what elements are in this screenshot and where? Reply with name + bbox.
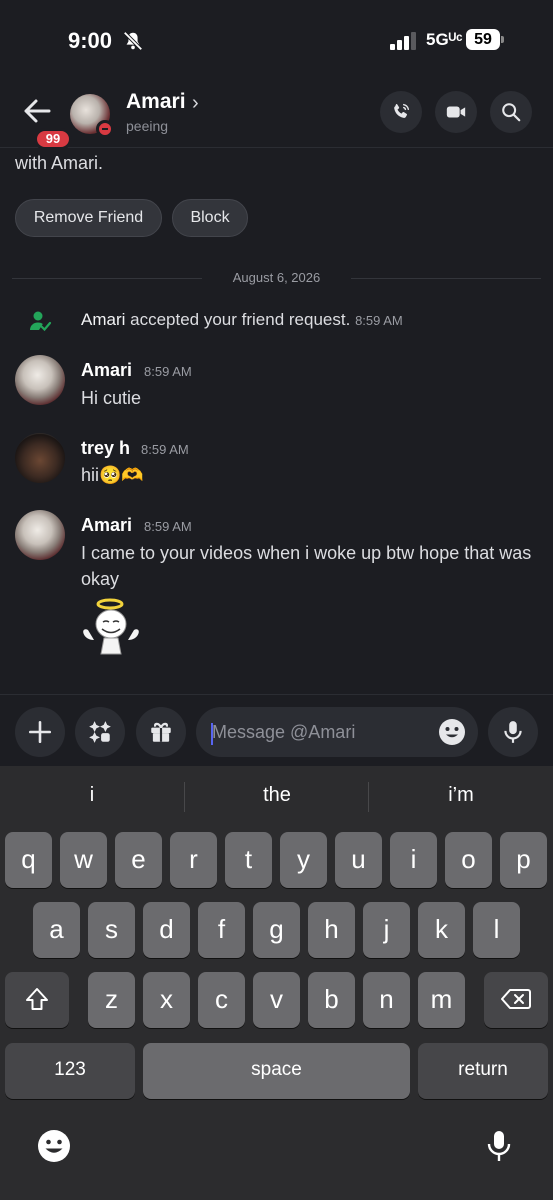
key-r[interactable]: r (170, 832, 217, 888)
key-x[interactable]: x (143, 972, 190, 1028)
key-u[interactable]: u (335, 832, 382, 888)
sparkle-apps-icon (89, 721, 111, 743)
key-c[interactable]: c (198, 972, 245, 1028)
status-time: 9:00 (68, 28, 113, 53)
network-type: 5Gᵁᶜ (426, 30, 463, 49)
system-message: Amari accepted your friend request. 8:59… (81, 310, 403, 330)
message-author[interactable]: Amari (81, 515, 132, 536)
add-attachment-button[interactable] (15, 707, 65, 757)
back-button[interactable]: 99 (20, 94, 72, 150)
message-text: hii🥺🫶 (81, 465, 144, 485)
key-n[interactable]: n (363, 972, 410, 1028)
phone-icon (394, 103, 410, 118)
video-call-button[interactable] (435, 91, 477, 133)
message-text: Hi cutie (81, 388, 142, 408)
key-j[interactable]: j (363, 902, 410, 958)
arrow-left-icon (24, 99, 51, 123)
contact-status: peeing (126, 118, 169, 134)
apps-button[interactable] (75, 707, 125, 757)
suggestion-item[interactable]: i (0, 784, 184, 807)
angel-sticker[interactable] (80, 596, 142, 658)
bell-slash-icon (123, 31, 143, 51)
backspace-icon (501, 989, 531, 1009)
cellular-signal-icon (390, 32, 416, 50)
key-s[interactable]: s (88, 902, 135, 958)
key-g[interactable]: g (253, 902, 300, 958)
block-button[interactable]: Block (172, 199, 248, 237)
remove-friend-button[interactable]: Remove Friend (15, 199, 162, 237)
key-a[interactable]: a (33, 902, 80, 958)
suggestion-item[interactable]: i’m (369, 784, 553, 807)
message-time: 8:59 AM (144, 364, 192, 379)
key-h[interactable]: h (308, 902, 355, 958)
backspace-key[interactable] (484, 972, 548, 1028)
system-message-name[interactable]: Amari (81, 310, 125, 329)
return-key[interactable]: return (418, 1043, 548, 1099)
message-text: I came to your videos when i woke up btw… (81, 543, 532, 589)
message-time: 8:59 AM (141, 442, 189, 457)
dnd-status-icon (96, 120, 114, 138)
date-label: August 6, 2026 (232, 270, 321, 285)
contact-name[interactable]: Amari (126, 90, 186, 114)
video-camera-icon (446, 106, 466, 118)
unread-badge: 99 (34, 128, 72, 150)
gift-button[interactable] (136, 707, 186, 757)
friend-added-icon (30, 311, 52, 332)
date-divider: August 6, 2026 (12, 268, 541, 290)
key-t[interactable]: t (225, 832, 272, 888)
key-v[interactable]: v (253, 972, 300, 1028)
key-p[interactable]: p (500, 832, 547, 888)
emoji-icon[interactable] (438, 718, 466, 746)
system-message-time: 8:59 AM (355, 313, 403, 328)
key-l[interactable]: l (473, 902, 520, 958)
intro-text: with Amari. (15, 153, 104, 173)
keyboard-suggestions: i the i’m (0, 766, 553, 828)
battery-indicator: 59 (466, 29, 504, 51)
key-m[interactable]: m (418, 972, 465, 1028)
key-k[interactable]: k (418, 902, 465, 958)
plus-icon (28, 720, 52, 744)
shift-icon (26, 988, 48, 1010)
numbers-key[interactable]: 123 (5, 1043, 135, 1099)
avatar[interactable] (15, 510, 65, 560)
key-e[interactable]: e (115, 832, 162, 888)
space-key[interactable]: space (143, 1043, 410, 1099)
battery-level: 59 (466, 29, 500, 50)
search-button[interactable] (490, 91, 532, 133)
suggestion-item[interactable]: the (185, 784, 369, 807)
emoji-keyboard-icon[interactable] (36, 1128, 72, 1164)
chevron-right-icon[interactable]: › (192, 92, 199, 115)
status-bar: 9:00 5Gᵁᶜ 59 (0, 0, 553, 80)
key-f[interactable]: f (198, 902, 245, 958)
text-cursor (211, 723, 213, 745)
dictation-microphone-icon[interactable] (481, 1128, 517, 1164)
key-b[interactable]: b (308, 972, 355, 1028)
message-composer (0, 694, 553, 766)
voice-call-button[interactable] (380, 91, 422, 133)
key-y[interactable]: y (280, 832, 327, 888)
message-author[interactable]: Amari (81, 360, 132, 381)
key-o[interactable]: o (445, 832, 492, 888)
avatar[interactable] (15, 433, 65, 483)
key-i[interactable]: i (390, 832, 437, 888)
system-message-text: accepted your friend request. (125, 310, 351, 329)
key-d[interactable]: d (143, 902, 190, 958)
search-icon (502, 103, 521, 122)
chat-header: 99 Amari › peeing (0, 82, 553, 150)
avatar[interactable] (15, 355, 65, 405)
gift-icon (151, 722, 171, 742)
message-time: 8:59 AM (144, 519, 192, 534)
message-input[interactable] (196, 707, 478, 757)
battery-tip (501, 36, 504, 43)
key-q[interactable]: q (5, 832, 52, 888)
key-z[interactable]: z (88, 972, 135, 1028)
message-author[interactable]: trey h (81, 438, 130, 459)
key-w[interactable]: w (60, 832, 107, 888)
shift-key[interactable] (5, 972, 69, 1028)
microphone-icon (504, 721, 522, 743)
voice-message-button[interactable] (488, 707, 538, 757)
